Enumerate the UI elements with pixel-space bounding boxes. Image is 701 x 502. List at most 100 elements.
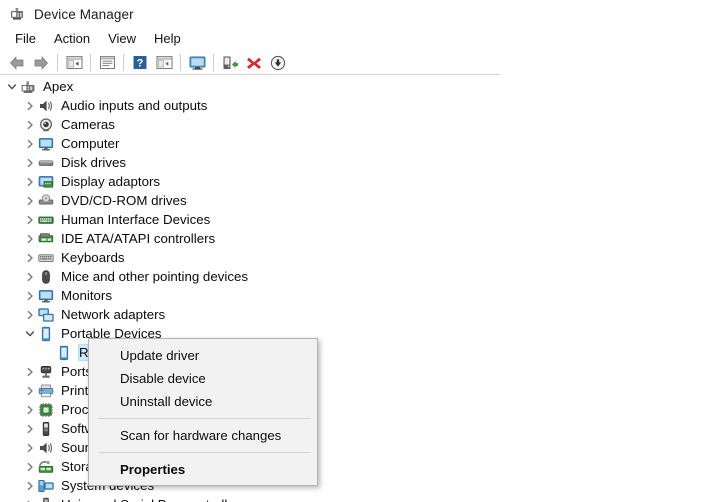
tree-item-label: IDE ATA/ATAPI controllers [61,231,216,246]
update-driver-toolbar-button[interactable] [152,52,176,74]
ctx-update-driver[interactable]: Update driver [89,344,317,367]
tree-item[interactable]: Mice and other pointing devices [0,267,701,286]
chevron-right-icon[interactable] [22,210,38,229]
chevron-right-icon[interactable] [22,381,38,400]
ide-controller-icon [38,231,54,247]
tree-item-label: Network adapters [61,307,166,322]
menu-help[interactable]: Help [145,30,190,48]
forward-arrow-icon [32,55,50,71]
speaker-icon [38,98,54,114]
tree-item-label: Cameras [61,117,115,132]
chevron-right-icon[interactable] [22,286,38,305]
toolbar: ? [0,50,701,75]
console-tree-icon [66,55,83,70]
help-button[interactable]: ? [128,52,152,74]
tree-item-label: Monitors [61,288,112,303]
chevron-right-icon[interactable] [22,476,38,495]
menu-view[interactable]: View [99,30,145,48]
tree-item[interactable]: Audio inputs and outputs [0,96,701,115]
chevron-right-icon[interactable] [22,400,38,419]
tree-item[interactable]: Human Interface Devices [0,210,701,229]
chevron-right-icon[interactable] [22,495,38,502]
chevron-right-icon[interactable] [22,438,38,457]
disable-device-button[interactable] [266,52,290,74]
usb-icon [38,497,54,502]
optical-drive-icon [38,193,54,209]
forward-button[interactable] [29,52,53,74]
red-x-icon [246,55,262,71]
keyboard-icon [38,250,54,266]
back-button[interactable] [5,52,29,74]
tree-item-label: Audio inputs and outputs [61,98,208,113]
tree-item-label: Disk drives [61,155,127,170]
network-adapter-icon [38,307,54,323]
chevron-right-icon[interactable] [22,248,38,267]
circled-down-arrow-icon [270,55,286,71]
chevron-right-icon[interactable] [22,134,38,153]
tree-item[interactable]: Universal Serial Bus controllers [0,495,701,502]
chevron-right-icon[interactable] [22,115,38,134]
chevron-right-icon[interactable] [22,419,38,438]
show-hide-console-tree-button[interactable] [62,52,86,74]
tree-item-label: Keyboards [61,250,125,265]
context-menu[interactable]: Update driver Disable device Uninstall dev… [88,338,318,486]
ctx-disable-device[interactable]: Disable device [89,367,317,390]
chevron-right-icon[interactable] [22,457,38,476]
mouse-icon [38,269,54,285]
tree-item[interactable]: Monitors [0,286,701,305]
tree-item[interactable]: Keyboards [0,248,701,267]
chevron-right-icon[interactable] [22,362,38,381]
port-icon [38,364,54,380]
chevron-down-icon[interactable] [4,77,20,96]
chevron-right-icon[interactable] [22,267,38,286]
disk-drive-icon [38,155,54,171]
tree-item[interactable]: IDE ATA/ATAPI controllers [0,229,701,248]
help-question-icon: ? [132,55,148,70]
tree-item[interactable]: DVD/CD-ROM drives [0,191,701,210]
menu-action[interactable]: Action [45,30,99,48]
chevron-right-icon[interactable] [22,172,38,191]
menu-file[interactable]: File [6,30,45,48]
toolbar-separator-4 [180,54,181,71]
tree-item-label: Display adaptors [61,174,161,189]
display-adapter-icon [38,174,54,190]
update-driver-software-button[interactable] [218,52,242,74]
processor-icon [38,402,54,418]
tree-item[interactable]: Disk drives [0,153,701,172]
tree-item[interactable]: Cameras [0,115,701,134]
tree-item-label: DVD/CD-ROM drives [61,193,187,208]
tree-item[interactable]: Network adapters [0,305,701,324]
chevron-right-icon[interactable] [22,191,38,210]
tree-item-label: Apex [43,79,74,94]
chevron-right-icon[interactable] [22,229,38,248]
uninstall-device-button[interactable] [242,52,266,74]
storage-controller-icon [38,459,54,475]
properties-button[interactable] [95,52,119,74]
svg-text:?: ? [137,58,144,70]
chevron-right-icon[interactable] [22,96,38,115]
scan-hardware-changes-button[interactable] [185,52,209,74]
window-title: Device Manager [34,6,134,22]
title-bar: Device Manager [0,0,701,28]
tree-item-label: Computer [61,136,120,151]
ctx-scan-hardware-changes[interactable]: Scan for hardware changes [89,424,317,447]
tree-item-label: Mice and other pointing devices [61,269,249,284]
properties-window-icon [99,55,116,70]
toolbar-separator-1 [57,54,58,71]
chevron-right-icon[interactable] [22,153,38,172]
printer-icon [38,383,54,399]
chevron-right-icon[interactable] [22,305,38,324]
tree-item[interactable]: Apex [0,77,701,96]
green-driver-icon [221,55,239,71]
monitor-scan-icon [188,55,207,71]
hid-icon [38,212,54,228]
ctx-uninstall-device[interactable]: Uninstall device [89,390,317,413]
chevron-down-icon[interactable] [22,324,38,343]
monitor-icon [38,288,54,304]
ctx-properties[interactable]: Properties [89,458,317,481]
tree-item[interactable]: Display adaptors [0,172,701,191]
menu-bar: File Action View Help [0,28,701,50]
portable-device-icon [56,345,72,361]
tree-item[interactable]: Computer [0,134,701,153]
software-device-icon [38,421,54,437]
